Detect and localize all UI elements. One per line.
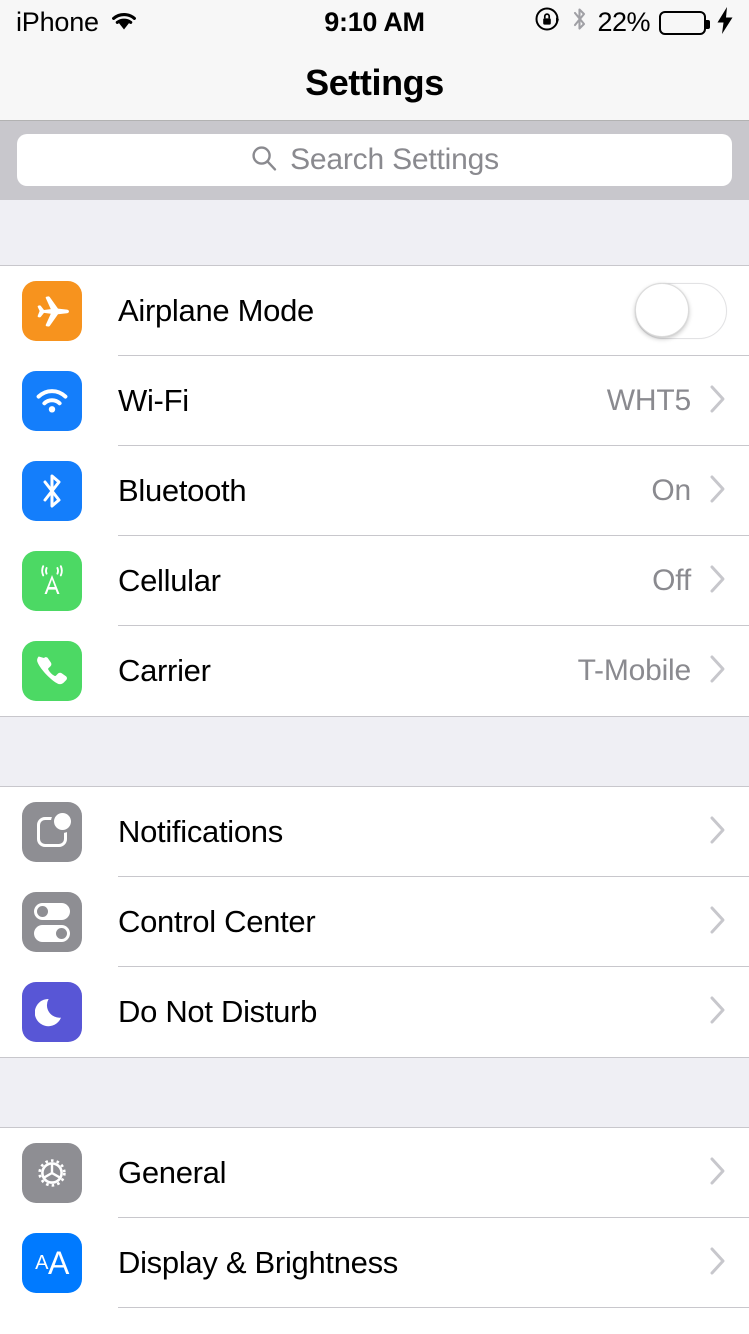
status-bar: iPhone 9:10 AM 22%	[0, 0, 749, 45]
airplane-mode-toggle[interactable]	[635, 283, 727, 339]
chevron-right-icon	[709, 384, 727, 419]
settings-row-do-not-disturb[interactable]: Do Not Disturb	[0, 967, 749, 1057]
chevron-right-icon	[709, 905, 727, 940]
settings-row-accessory	[691, 995, 749, 1030]
settings-row-label: Airplane Mode	[118, 293, 314, 328]
settings-group-connectivity: Airplane Mode Wi-Fi WHT5 Bluetooth On Ce…	[0, 266, 749, 716]
settings-group-system: General A A Display & Brightness	[0, 1128, 749, 1308]
settings-row-value: T-Mobile	[577, 654, 692, 687]
settings-row-general[interactable]: General	[0, 1128, 749, 1218]
bluetooth-icon	[22, 461, 82, 521]
status-bar-left: iPhone	[16, 7, 139, 38]
rotation-lock-icon	[534, 5, 562, 40]
navigation-bar: Settings	[0, 45, 749, 121]
control-toggles-shape	[34, 902, 70, 942]
settings-row-bluetooth[interactable]: Bluetooth On	[0, 446, 749, 536]
device-name-label: iPhone	[16, 7, 99, 37]
battery-percent-label: 22%	[597, 7, 650, 37]
settings-row-accessory	[691, 905, 749, 940]
settings-row-label: Cellular	[118, 563, 221, 598]
settings-row-accessory: WHT5	[607, 384, 749, 419]
control-toggles-icon	[22, 892, 82, 952]
row-separator	[118, 1307, 749, 1308]
settings-row-accessory	[691, 1156, 749, 1191]
bluetooth-icon	[571, 5, 588, 40]
chevron-right-icon	[709, 474, 727, 509]
settings-row-display-brightness[interactable]: A A Display & Brightness	[0, 1218, 749, 1308]
page-title: Settings	[305, 61, 444, 103]
toggle-pill-top	[34, 902, 70, 920]
settings-row-control-center[interactable]: Control Center	[0, 877, 749, 967]
settings-row-label: Display & Brightness	[118, 1245, 399, 1280]
settings-row-notifications[interactable]: Notifications	[0, 787, 749, 877]
settings-row-label: Carrier	[118, 653, 211, 688]
settings-row-accessory	[691, 815, 749, 850]
battery-icon	[659, 10, 710, 35]
crescent-moon-icon	[22, 982, 82, 1042]
settings-row-wifi[interactable]: Wi-Fi WHT5	[0, 356, 749, 446]
cell-tower-icon	[22, 551, 82, 611]
wifi-icon	[22, 371, 82, 431]
aa-large-letter: A	[48, 1244, 69, 1281]
settings-row-cellular[interactable]: Cellular Off	[0, 536, 749, 626]
status-bar-right: 22%	[534, 5, 733, 40]
chevron-right-icon	[709, 654, 727, 689]
airplane-icon	[22, 281, 82, 341]
chevron-right-icon	[709, 815, 727, 850]
chevron-right-icon	[709, 995, 727, 1030]
section-gap-1	[0, 716, 749, 787]
notification-badge-icon	[22, 802, 82, 862]
settings-row-accessory: T-Mobile	[578, 654, 749, 689]
settings-row-accessory	[635, 283, 749, 339]
notification-badge-dot	[54, 813, 71, 830]
settings-row-accessory: On	[651, 474, 749, 509]
section-gap-2	[0, 1057, 749, 1128]
gear-icon	[22, 1143, 82, 1203]
section-gap-top	[0, 199, 749, 266]
settings-row-label: Wi-Fi	[118, 383, 189, 418]
lightning-bolt-icon	[717, 7, 733, 38]
wifi-icon	[109, 7, 139, 38]
settings-row-label: Bluetooth	[118, 473, 247, 508]
settings-group-notifications: Notifications Control Center Do Not Dist…	[0, 787, 749, 1057]
aa-small-letter: A	[35, 1251, 48, 1274]
settings-row-accessory	[691, 1246, 749, 1281]
search-bar-container: Search Settings	[0, 121, 749, 199]
settings-row-airplane-mode[interactable]: Airplane Mode	[0, 266, 749, 356]
settings-row-accessory: Off	[652, 564, 749, 599]
toggle-pill-bottom	[34, 924, 70, 942]
toggle-knob	[635, 283, 689, 337]
settings-row-label: General	[118, 1155, 227, 1190]
phone-handset-icon	[22, 641, 82, 701]
search-placeholder-label: Search Settings	[290, 143, 499, 176]
settings-row-label: Control Center	[118, 904, 316, 939]
settings-row-value: WHT5	[606, 384, 691, 417]
chevron-right-icon	[709, 564, 727, 599]
chevron-right-icon	[709, 1246, 727, 1281]
settings-row-label: Notifications	[118, 814, 283, 849]
search-icon	[250, 144, 278, 177]
text-size-aa-icon: A A	[22, 1233, 82, 1293]
chevron-right-icon	[709, 1156, 727, 1191]
settings-row-label: Do Not Disturb	[118, 994, 318, 1029]
search-input[interactable]: Search Settings	[17, 134, 732, 186]
settings-screen: iPhone 9:10 AM 22% Settings Search Setti…	[0, 0, 749, 1334]
settings-row-value: Off	[652, 564, 691, 597]
settings-row-value: On	[651, 474, 691, 507]
settings-row-carrier[interactable]: Carrier T-Mobile	[0, 626, 749, 716]
